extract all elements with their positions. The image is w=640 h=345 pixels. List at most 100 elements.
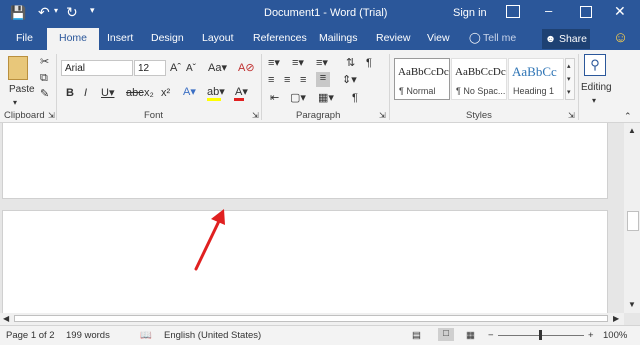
more-styles-icon[interactable]: ▾ (567, 87, 571, 99)
editing-button[interactable]: Editing (581, 82, 612, 94)
tell-me-search[interactable]: Tell me (483, 32, 516, 44)
horizontal-scrollbar[interactable]: ◀ ▶ (0, 313, 624, 325)
scroll-down-icon[interactable]: ▾ (567, 74, 571, 86)
collapse-ribbon-icon[interactable]: ⌃ (624, 110, 632, 122)
customize-toolbar-icon[interactable]: ▾ (90, 5, 95, 16)
scroll-up-arrow-icon[interactable]: ▲ (628, 125, 636, 137)
styles-scroll[interactable]: ▴ ▾ ▾ (565, 58, 575, 100)
numbering-icon[interactable]: ≡▾ (292, 57, 304, 69)
scroll-up-icon[interactable]: ▴ (567, 61, 571, 73)
paste-dropdown-icon[interactable]: ▾ (13, 97, 17, 109)
tab-view[interactable]: View (427, 32, 450, 44)
minimize-icon[interactable]: – (545, 3, 552, 18)
style-name: Heading 1 (513, 86, 555, 96)
document-page-1[interactable] (2, 123, 608, 199)
zoom-level[interactable]: 100% (603, 330, 627, 341)
tab-design[interactable]: Design (151, 32, 184, 44)
tab-layout[interactable]: Layout (202, 32, 234, 44)
save-icon[interactable]: 💾 (10, 5, 26, 21)
editing-dropdown-icon[interactable]: ▾ (592, 95, 596, 107)
align-center-icon[interactable]: ≡ (284, 74, 290, 86)
decrease-indent-icon[interactable]: ⇤ (270, 92, 279, 104)
format-painter-icon[interactable]: ✎ (40, 88, 49, 100)
page-count[interactable]: Page 1 of 2 (6, 330, 55, 341)
document-page-2[interactable] (2, 210, 608, 313)
tab-insert[interactable]: Insert (107, 32, 133, 44)
scroll-left-arrow-icon[interactable]: ◀ (3, 313, 9, 325)
language-label[interactable]: English (United States) (164, 330, 261, 341)
proofing-icon[interactable]: 📖 (140, 330, 152, 341)
bullets-icon[interactable]: ≡▾ (268, 57, 280, 69)
clipboard-group-label: Clipboard (4, 110, 45, 121)
borders-icon[interactable]: ▦▾ (318, 92, 334, 104)
web-layout-icon[interactable]: ▦ (466, 330, 475, 341)
smiley-feedback-icon[interactable]: ☺ (613, 29, 628, 46)
style-name: ¶ No Spac... (456, 86, 506, 96)
zoom-out-icon[interactable]: − (488, 330, 494, 341)
search-icon[interactable]: ⚲ (584, 54, 606, 76)
font-size-value: 12 (138, 63, 150, 74)
tab-review[interactable]: Review (376, 32, 410, 44)
font-name-box[interactable]: Arial (61, 60, 133, 76)
undo-dropdown-icon[interactable]: ▾ (54, 6, 58, 15)
tab-references[interactable]: References (253, 32, 307, 44)
divider (389, 54, 390, 120)
horizontal-scroll-thumb[interactable] (14, 315, 608, 322)
strikethrough-icon[interactable]: abc (126, 87, 144, 99)
show-hide-paragraph-icon[interactable]: ¶ (366, 57, 372, 69)
word-count[interactable]: 199 words (66, 330, 110, 341)
tab-mailings[interactable]: Mailings (319, 32, 358, 44)
print-layout-icon[interactable]: □ (438, 328, 454, 341)
italic-icon[interactable]: I (84, 87, 87, 99)
scroll-right-arrow-icon[interactable]: ▶ (613, 313, 619, 325)
underline-icon[interactable]: U▾ (101, 87, 114, 99)
styles-group-label: Styles (466, 110, 492, 121)
styles-launcher-icon[interactable]: ⇲ (568, 110, 575, 122)
show-formatting-icon[interactable]: ¶ (352, 92, 358, 104)
highlight-icon[interactable]: ab▾ (207, 86, 225, 98)
undo-icon[interactable]: ↶ (38, 4, 50, 21)
align-left-icon[interactable]: ≡ (268, 74, 274, 86)
vertical-scroll-thumb[interactable] (627, 211, 639, 231)
justify-icon[interactable]: ≡ (316, 72, 330, 87)
line-spacing-icon[interactable]: ⇕▾ (342, 74, 357, 86)
multilevel-list-icon[interactable]: ≡▾ (316, 57, 328, 69)
text-effects-icon[interactable]: A▾ (183, 86, 196, 98)
clear-formatting-icon[interactable]: A⊘ (238, 62, 255, 74)
tab-home[interactable]: Home (47, 28, 100, 50)
tab-file[interactable]: File (16, 32, 33, 44)
style-no-spacing[interactable]: AaBbCcDc ¶ No Spac... (451, 58, 507, 100)
shading-icon[interactable]: ▢▾ (290, 92, 306, 104)
font-group-label: Font (144, 110, 164, 121)
clipboard-launcher-icon[interactable]: ⇲ (48, 110, 55, 122)
zoom-in-icon[interactable]: + (588, 330, 594, 341)
align-right-icon[interactable]: ≡ (300, 74, 306, 86)
paragraph-launcher-icon[interactable]: ⇲ (379, 110, 386, 122)
bold-icon[interactable]: B (66, 87, 74, 99)
sort-icon[interactable]: ⇅ (346, 57, 355, 69)
subscript-icon[interactable]: x₂ (144, 87, 154, 99)
signin-link[interactable]: Sign in (453, 7, 487, 19)
superscript-icon[interactable]: x² (161, 87, 170, 99)
zoom-slider-thumb[interactable] (539, 330, 542, 340)
ribbon-display-options-icon[interactable] (506, 5, 520, 18)
redo-icon[interactable]: ↻ (66, 4, 78, 21)
copy-icon[interactable]: ⧉ (40, 72, 48, 84)
paste-icon[interactable] (8, 56, 28, 80)
font-size-box[interactable]: 12 (134, 60, 166, 76)
shrink-font-icon[interactable]: Aˇ (186, 63, 196, 75)
vertical-scrollbar[interactable]: ▲ ▼ (624, 123, 640, 313)
style-heading-1[interactable]: AaBbCc Heading 1 (508, 58, 564, 100)
style-normal[interactable]: AaBbCcDc ¶ Normal (394, 58, 450, 100)
change-case-icon[interactable]: Aa▾ (208, 62, 227, 74)
maximize-icon[interactable] (580, 6, 592, 18)
read-mode-icon[interactable]: ▤ (412, 330, 421, 341)
font-color-icon[interactable]: A▾ (235, 86, 248, 98)
scroll-down-arrow-icon[interactable]: ▼ (628, 299, 636, 311)
paste-button[interactable]: Paste (9, 84, 35, 96)
close-icon[interactable]: ✕ (614, 3, 626, 20)
font-launcher-icon[interactable]: ⇲ (252, 110, 259, 122)
grow-font-icon[interactable]: Aˆ (170, 62, 181, 74)
share-button[interactable]: ☻ Share (542, 29, 590, 49)
cut-icon[interactable]: ✂ (40, 56, 49, 68)
